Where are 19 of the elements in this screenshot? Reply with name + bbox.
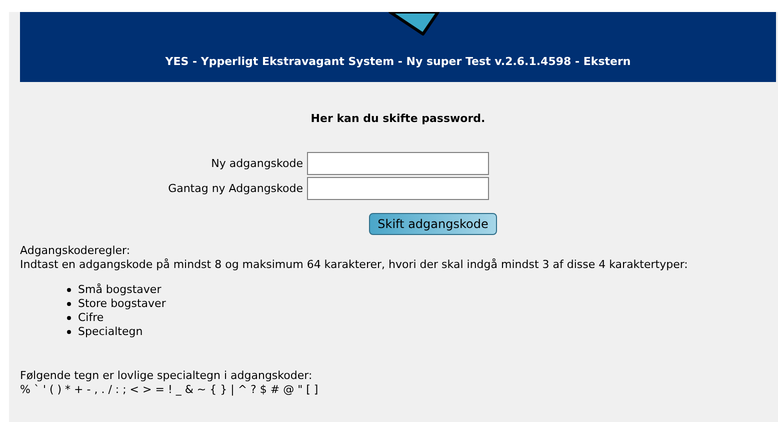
- special-chars-title: Følgende tegn er lovlige specialtegn i adgangskoder:: [20, 369, 314, 383]
- page-heading: Her kan du skifte password.: [310, 112, 486, 125]
- rule-item: Store bogstaver: [78, 297, 166, 311]
- bullet-icon: [67, 302, 71, 306]
- system-title: YES - Ypperligt Ekstravagant System - Ny super Test v.2.6.1.4598 - Ekstern: [165, 55, 631, 68]
- rule-item: Små bogstaver: [78, 283, 162, 297]
- change-password-button[interactable]: Skift adgangskode: [368, 213, 498, 235]
- field-label: Ny adgangskode: [210, 157, 304, 170]
- field-label: Gantag ny Adgangskode: [167, 182, 304, 195]
- bullet-icon: [67, 316, 71, 320]
- bullet-icon: [67, 288, 71, 292]
- special-chars-list: % ` ' ( ) * + - , . / : ; < > = ! _ & ~ { } | ^ ? $ # @ " [ ]: [20, 383, 776, 397]
- rule-item: Cifre: [78, 311, 104, 325]
- rules-text: Indtast en adgangskode på mindst 8 og maksimum 64 karakterer, hvori der skal indgå mindst 3 af disse 4 karaktertyper:: [20, 258, 689, 272]
- rules-title: Adgangskoderegler:: [20, 244, 132, 258]
- bullet-icon: [67, 330, 71, 334]
- rule-item: Specialtegn: [78, 325, 143, 339]
- password-field[interactable]: [307, 152, 489, 175]
- password-field[interactable]: [307, 177, 489, 200]
